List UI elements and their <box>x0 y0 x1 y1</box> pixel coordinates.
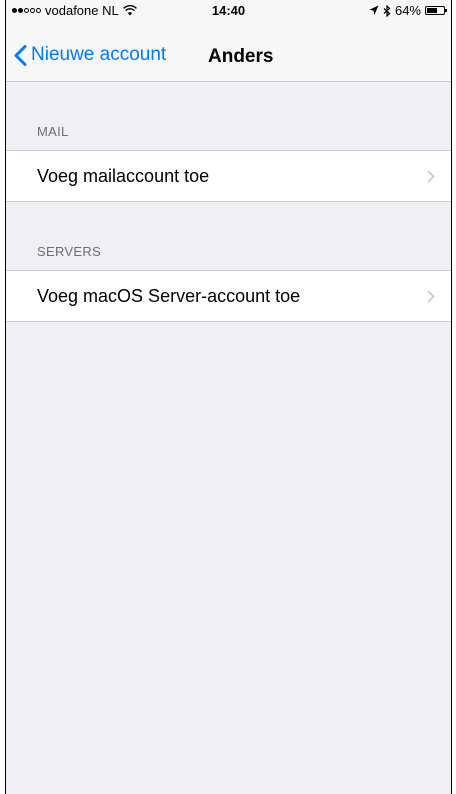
page-title: Anders <box>208 46 274 67</box>
row-label: Voeg mailaccount toe <box>37 166 210 186</box>
add-mail-account-row[interactable]: Voeg mailaccount toe <box>6 150 451 202</box>
bluetooth-icon <box>383 4 391 17</box>
status-right: 64% <box>369 3 447 18</box>
chevron-right-icon <box>427 290 435 303</box>
chevron-left-icon <box>14 44 27 66</box>
chevron-right-icon <box>427 170 435 183</box>
battery-icon <box>425 6 447 15</box>
settings-screen: vodafone NL 14:40 64% Nieuwe account And… <box>5 0 452 794</box>
navigation-bar: Nieuwe account Anders <box>6 20 451 82</box>
back-button-label: Nieuwe account <box>31 44 167 65</box>
row-label: Voeg macOS Server-account toe <box>37 286 301 306</box>
battery-percentage: 64% <box>394 3 421 18</box>
location-arrow-icon <box>369 5 379 15</box>
status-bar: vodafone NL 14:40 64% <box>6 0 451 20</box>
section-header-servers: SERVERS <box>37 244 101 259</box>
section-header-mail: MAIL <box>37 124 69 139</box>
back-button[interactable]: Nieuwe account <box>14 44 166 66</box>
add-macos-server-account-row[interactable]: Voeg macOS Server-account toe <box>6 270 451 322</box>
